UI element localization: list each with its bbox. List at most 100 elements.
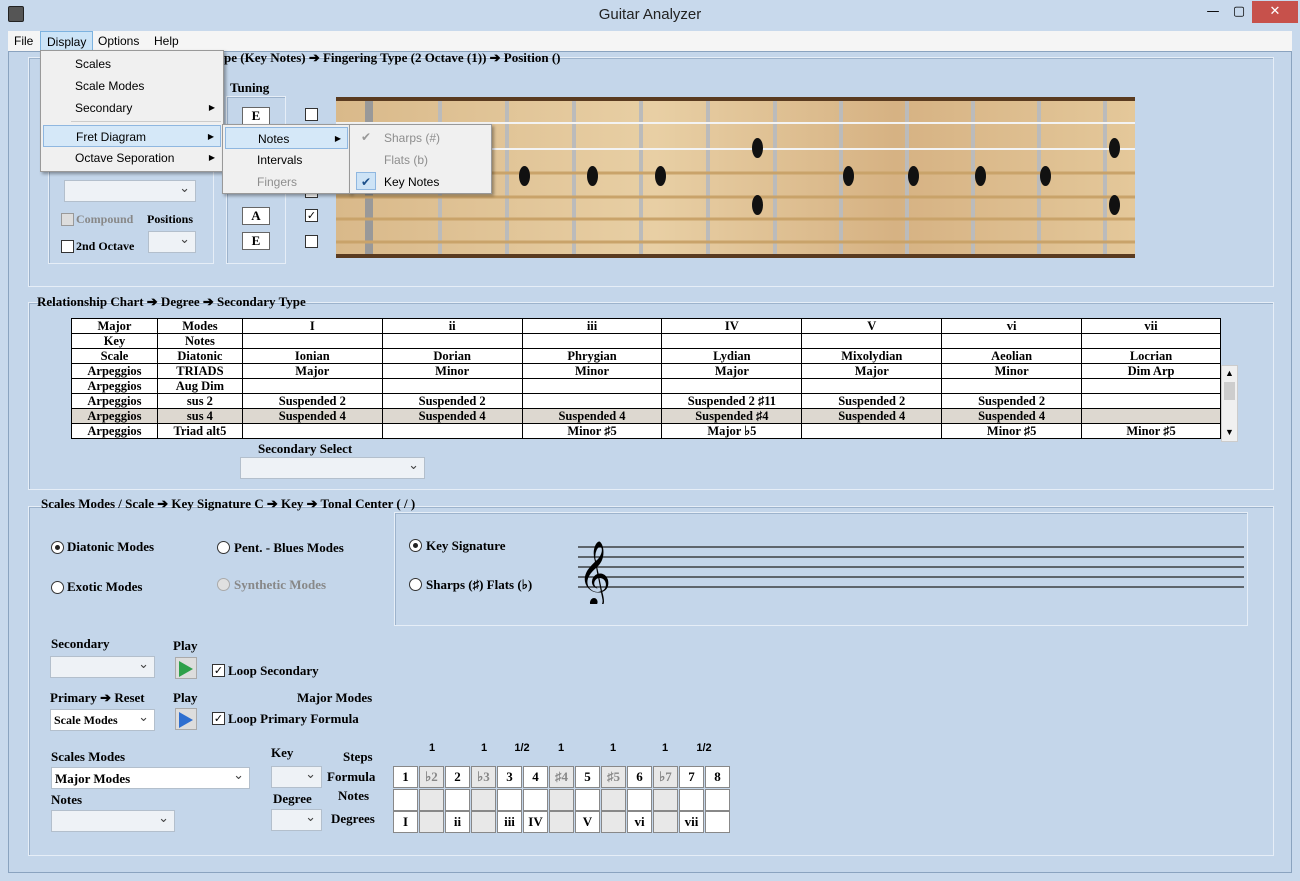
fret-submenu-item[interactable]: Notes ▶ bbox=[225, 127, 348, 149]
notes-submenu-item[interactable]: Flats (b) bbox=[352, 149, 489, 171]
formula-cell[interactable]: 2 bbox=[445, 766, 470, 788]
fret-submenu-item[interactable]: Fingers bbox=[225, 171, 348, 193]
note-cell[interactable] bbox=[523, 789, 548, 811]
secondary-select-dropdown[interactable] bbox=[240, 457, 425, 479]
fret-note-marker[interactable] bbox=[587, 166, 598, 186]
second-octave-checkbox[interactable] bbox=[61, 240, 74, 253]
note-cell[interactable] bbox=[549, 789, 574, 811]
diatonic-radio[interactable] bbox=[51, 541, 64, 554]
string-checkbox-5[interactable]: ✓ bbox=[305, 209, 318, 222]
fret-diagram-submenu: Notes ▶ Intervals Fingers bbox=[222, 124, 351, 194]
fret-note-marker[interactable] bbox=[752, 195, 763, 215]
play-secondary-button[interactable] bbox=[175, 657, 197, 679]
secondary-label: Secondary bbox=[51, 636, 110, 651]
compound-checkbox[interactable] bbox=[61, 213, 74, 226]
string-checkbox-6[interactable] bbox=[305, 235, 318, 248]
note-cell[interactable] bbox=[497, 789, 522, 811]
table-cell: Major ♭5 bbox=[661, 423, 803, 439]
fret-note-marker[interactable] bbox=[752, 138, 763, 158]
formula-cell[interactable]: ♭7 bbox=[653, 766, 678, 788]
note-cell[interactable] bbox=[601, 789, 626, 811]
fret-note-marker[interactable] bbox=[843, 166, 854, 186]
key-signature-radio[interactable] bbox=[409, 539, 422, 552]
formula-cell[interactable]: ♯4 bbox=[549, 766, 574, 788]
relationship-scrollbar[interactable]: ▲ ▼ bbox=[1221, 365, 1238, 442]
table-row[interactable]: Arpeggios sus 2 Suspended 2 Suspended 2 Susp… bbox=[71, 393, 1221, 409]
degree-dropdown[interactable] bbox=[271, 809, 322, 831]
table-cell: Notes bbox=[156, 333, 243, 349]
display-menu-item[interactable]: Octave Seporation ▶ bbox=[43, 147, 221, 169]
display-menu-item[interactable]: Secondary ▶ bbox=[43, 97, 221, 119]
sharps-flats-radio[interactable] bbox=[409, 578, 422, 591]
notes-submenu-item[interactable]: ✔ Key Notes bbox=[352, 171, 489, 193]
note-cell[interactable] bbox=[393, 789, 418, 811]
minimize-button[interactable]: — bbox=[1200, 1, 1226, 23]
tuning-string-5[interactable]: A bbox=[242, 207, 270, 225]
formula-cell[interactable]: ♭3 bbox=[471, 766, 496, 788]
note-cell[interactable] bbox=[653, 789, 678, 811]
formula-cell[interactable]: 5 bbox=[575, 766, 600, 788]
table-cell: Arpeggios bbox=[71, 393, 158, 409]
fret-note-marker[interactable] bbox=[519, 166, 530, 186]
fingering-dropdown[interactable] bbox=[64, 180, 196, 202]
menu-help[interactable]: Help bbox=[148, 31, 185, 51]
note-cell[interactable] bbox=[679, 789, 704, 811]
exotic-radio[interactable] bbox=[51, 581, 64, 594]
formula-cell[interactable]: 4 bbox=[523, 766, 548, 788]
degree-cell: I bbox=[393, 811, 418, 833]
tuning-string-1[interactable]: E bbox=[242, 107, 270, 125]
fret-note-marker[interactable] bbox=[1109, 138, 1120, 158]
exotic-label: Exotic Modes bbox=[67, 579, 143, 594]
submenu-arrow-icon: ▶ bbox=[207, 132, 214, 141]
synthetic-radio[interactable] bbox=[217, 578, 230, 591]
tuning-string-6[interactable]: E bbox=[242, 232, 270, 250]
loop-secondary-checkbox[interactable]: ✓ bbox=[212, 664, 225, 677]
pent-radio[interactable] bbox=[217, 541, 230, 554]
scales-title: Scales Modes / Scale ➔ Key Signature C ➔… bbox=[41, 496, 416, 511]
play-primary-button[interactable] bbox=[175, 708, 197, 730]
table-row[interactable]: Arpeggios Aug Dim bbox=[71, 378, 1221, 394]
formula-cell[interactable]: ♭2 bbox=[419, 766, 444, 788]
note-cell[interactable] bbox=[627, 789, 652, 811]
key-dropdown[interactable] bbox=[271, 766, 322, 788]
scale-modes-dropdown[interactable]: Scale Modes bbox=[50, 709, 155, 731]
table-row[interactable]: Arpeggios Triad alt5 Minor ♯5 Major ♭5 Minor… bbox=[71, 423, 1221, 439]
fret-note-marker[interactable] bbox=[908, 166, 919, 186]
pent-label: Pent. - Blues Modes bbox=[234, 540, 344, 555]
display-menu-item[interactable]: Scale Modes bbox=[43, 75, 221, 97]
fret-note-marker[interactable] bbox=[1040, 166, 1051, 186]
fret-note-marker[interactable] bbox=[975, 166, 986, 186]
formula-cell[interactable]: 8 bbox=[705, 766, 730, 788]
note-cell[interactable] bbox=[575, 789, 600, 811]
formula-cell[interactable]: 3 bbox=[497, 766, 522, 788]
table-cell: Minor ♯5 bbox=[521, 423, 663, 439]
notes-dropdown[interactable] bbox=[51, 810, 175, 832]
display-menu-item[interactable]: Fret Diagram ▶ bbox=[43, 125, 221, 147]
notes-submenu-item[interactable]: ✔ Sharps (#) bbox=[352, 127, 489, 149]
fret-note-marker[interactable] bbox=[655, 166, 666, 186]
string-checkbox-1[interactable] bbox=[305, 108, 318, 121]
display-menu-item[interactable]: Scales bbox=[43, 53, 221, 75]
loop-primary-checkbox[interactable]: ✓ bbox=[212, 712, 225, 725]
note-cell[interactable] bbox=[705, 789, 730, 811]
positions-dropdown[interactable] bbox=[148, 231, 196, 253]
menu-file[interactable]: File bbox=[8, 31, 39, 51]
note-cell[interactable] bbox=[471, 789, 496, 811]
fret-note-marker[interactable] bbox=[1109, 195, 1120, 215]
formula-cell[interactable]: ♯5 bbox=[601, 766, 626, 788]
formula-cell[interactable]: 6 bbox=[627, 766, 652, 788]
degree-cell bbox=[653, 811, 678, 833]
note-cell[interactable] bbox=[445, 789, 470, 811]
formula-cell[interactable]: 7 bbox=[679, 766, 704, 788]
note-cell[interactable] bbox=[419, 789, 444, 811]
major-modes-dropdown[interactable]: Major Modes bbox=[51, 767, 250, 789]
formula-cell[interactable]: 1 bbox=[393, 766, 418, 788]
close-button[interactable]: ✕ bbox=[1252, 1, 1298, 23]
secondary-dropdown[interactable] bbox=[50, 656, 155, 678]
table-row[interactable]: Arpeggios TRIADS Major Minor Minor Major Major… bbox=[71, 363, 1221, 379]
table-row[interactable]: Arpeggios sus 4 Suspended 4 Suspended 4 Susp… bbox=[71, 408, 1221, 424]
maximize-button[interactable]: ▢ bbox=[1226, 1, 1252, 23]
menu-options[interactable]: Options bbox=[92, 31, 145, 51]
menu-display[interactable]: Display bbox=[40, 31, 94, 51]
fret-submenu-item[interactable]: Intervals bbox=[225, 149, 348, 171]
